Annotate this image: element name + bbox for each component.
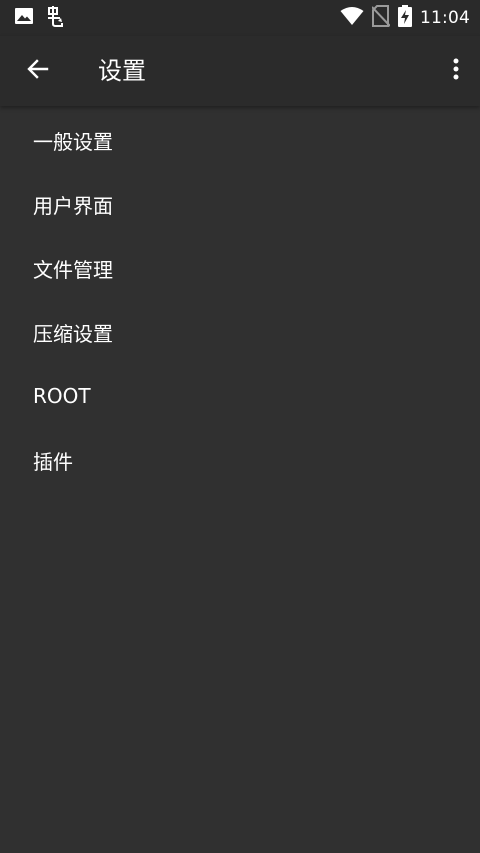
menu-item-label: ROOT xyxy=(33,384,91,408)
app-bar: 设置 xyxy=(0,36,480,106)
menu-item-user-interface[interactable]: 用户界面 xyxy=(0,172,480,236)
back-button[interactable] xyxy=(18,51,58,91)
menu-item-label: 插件 xyxy=(33,449,73,474)
bug-icon xyxy=(44,5,66,31)
battery-charging-icon xyxy=(398,5,412,31)
wifi-icon xyxy=(340,6,364,30)
menu-item-label: 文件管理 xyxy=(33,257,113,282)
menu-item-root[interactable]: ROOT xyxy=(0,364,480,428)
menu-item-compression-settings[interactable]: 压缩设置 xyxy=(0,300,480,364)
more-options-button[interactable] xyxy=(444,51,468,91)
arrow-back-icon xyxy=(26,57,50,85)
menu-item-general-settings[interactable]: 一般设置 xyxy=(0,108,480,172)
menu-item-plugins[interactable]: 插件 xyxy=(0,428,480,492)
no-sim-icon xyxy=(371,5,391,31)
menu-item-label: 一般设置 xyxy=(33,129,113,154)
status-bar: 11:04 xyxy=(0,0,480,36)
more-vert-icon xyxy=(452,57,460,85)
image-icon xyxy=(14,6,34,30)
menu-item-label: 用户界面 xyxy=(33,193,113,218)
settings-menu-list: 一般设置 用户界面 文件管理 压缩设置 ROOT 插件 xyxy=(0,108,480,492)
page-title: 设置 xyxy=(98,57,146,85)
status-time: 11:04 xyxy=(420,8,470,28)
menu-item-label: 压缩设置 xyxy=(33,321,113,346)
menu-item-file-management[interactable]: 文件管理 xyxy=(0,236,480,300)
